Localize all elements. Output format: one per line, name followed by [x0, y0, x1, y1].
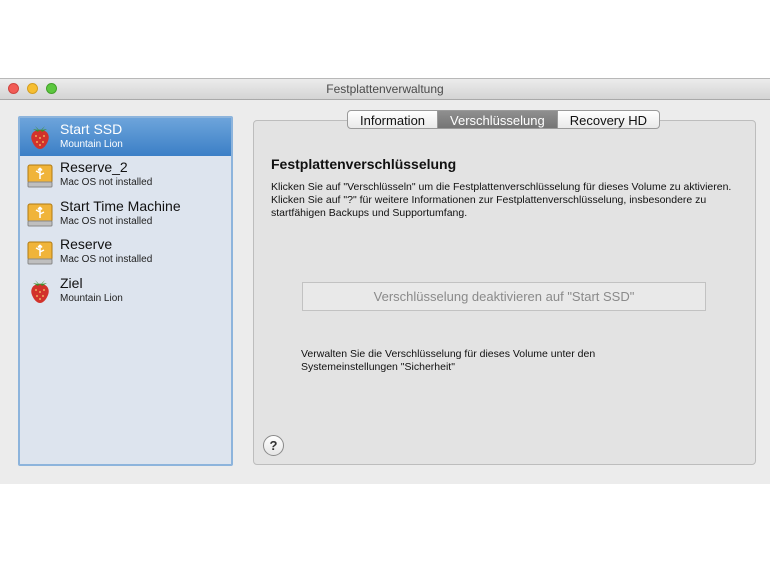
security-settings-note: Verwalten Sie die Verschlüsselung für di…: [301, 348, 596, 373]
strawberry-disk-icon: [31, 280, 49, 303]
volume-sidebar[interactable]: Start SSD Mountain Lion Reserve_2 Mac OS…: [18, 116, 233, 466]
sidebar-item-subtitle: Mountain Lion: [60, 139, 123, 150]
section-description: Klicken Sie auf "Verschlüsseln" um die F…: [271, 181, 732, 219]
strawberry-disk-icon: [31, 126, 49, 149]
sidebar-item-name: Start Time Machine: [60, 198, 181, 214]
app-window: Festplattenverwaltung Start SSD Mountain…: [0, 78, 770, 484]
sidebar-item-name: Reserve: [60, 236, 113, 252]
sidebar-item-subtitle: Mac OS not installed: [60, 216, 153, 227]
tab-verschluesselung[interactable]: Verschlüsselung: [438, 110, 558, 129]
tab-bar: Information Verschlüsselung Recovery HD: [347, 110, 661, 129]
sidebar-item-reserve-2[interactable]: Reserve_2 Mac OS not installed: [20, 156, 231, 194]
sidebar-item-reserve[interactable]: Reserve Mac OS not installed: [20, 233, 231, 271]
section-heading: Festplattenverschlüsselung: [271, 156, 457, 172]
window-title: Festplattenverwaltung: [326, 82, 444, 96]
usb-drive-icon: [27, 241, 53, 265]
sidebar-item-name: Reserve_2: [60, 159, 128, 175]
usb-drive-icon: [27, 203, 53, 227]
help-button[interactable]: ?: [263, 435, 284, 456]
sidebar-item-name: Ziel: [60, 275, 83, 291]
sidebar-item-name: Start SSD: [60, 121, 123, 137]
sidebar-item-subtitle: Mac OS not installed: [60, 177, 153, 188]
sidebar-item-start-ssd[interactable]: Start SSD Mountain Lion: [20, 118, 231, 156]
sidebar-item-subtitle: Mac OS not installed: [60, 254, 153, 265]
deactivate-encryption-button[interactable]: Verschlüsselung deaktivieren auf "Start …: [302, 282, 706, 311]
title-bar[interactable]: Festplattenverwaltung: [0, 79, 770, 100]
tab-information[interactable]: Information: [347, 110, 439, 129]
sidebar-item-subtitle: Mountain Lion: [60, 293, 123, 304]
tab-recovery-hd[interactable]: Recovery HD: [557, 110, 661, 129]
usb-drive-icon: [27, 164, 53, 188]
sidebar-item-ziel[interactable]: Ziel Mountain Lion: [20, 272, 231, 310]
sidebar-item-start-time-machine[interactable]: Start Time Machine Mac OS not installed: [20, 195, 231, 233]
